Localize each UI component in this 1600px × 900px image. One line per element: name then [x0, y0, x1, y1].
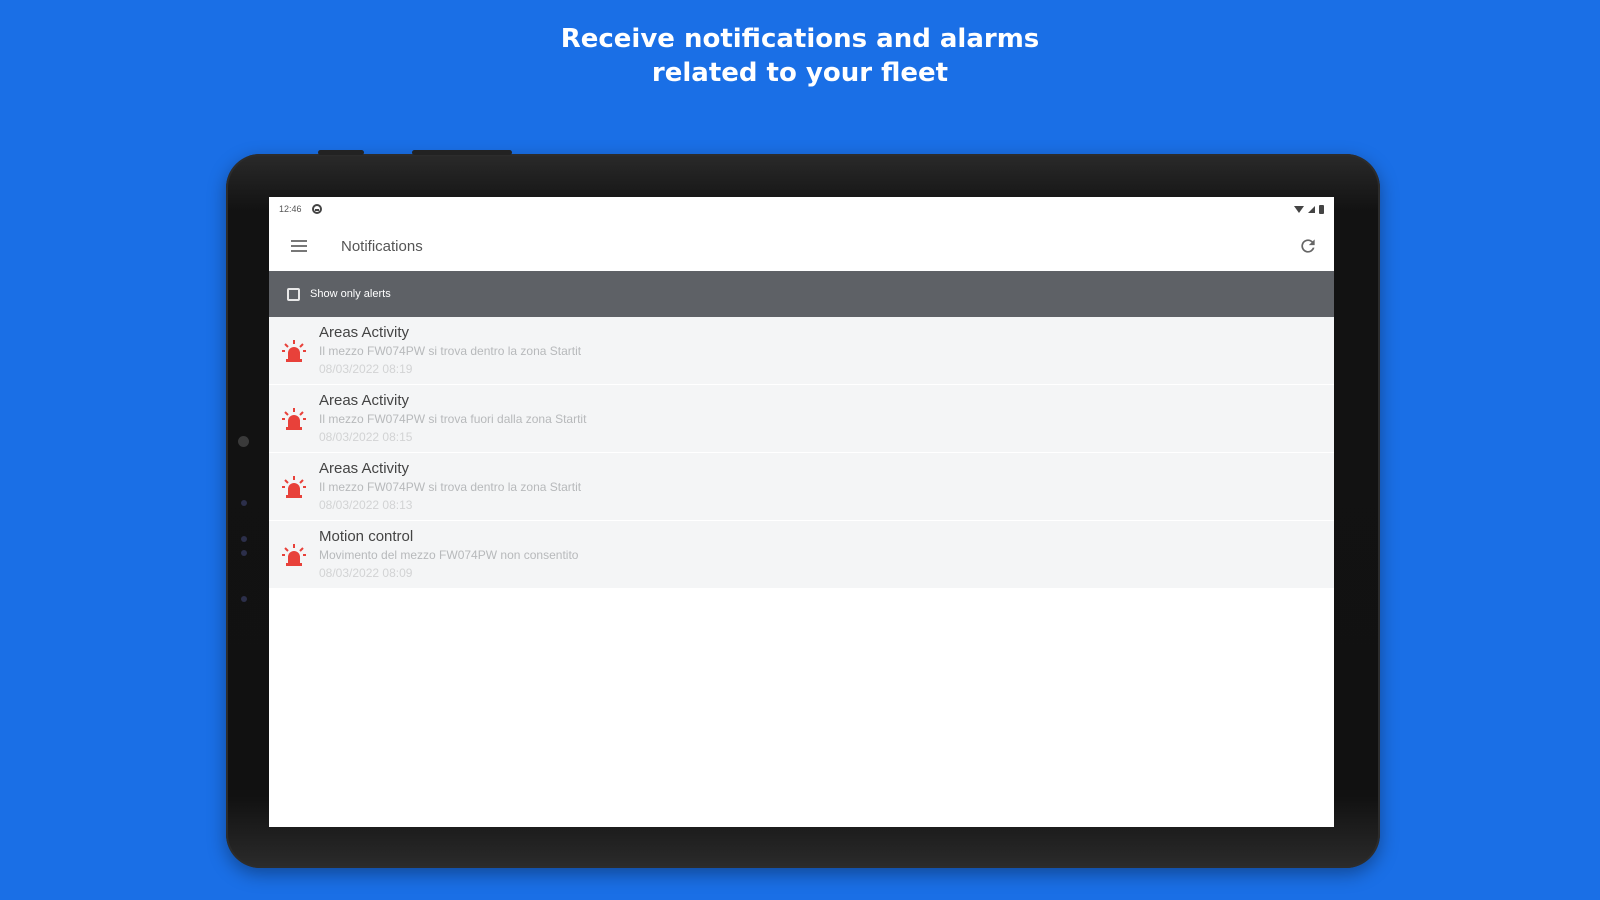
status-bar: 12:46 — [269, 197, 1334, 221]
headline-line-1: Receive notifications and alarms — [560, 24, 1040, 54]
hamburger-menu-icon[interactable] — [291, 240, 307, 252]
headline-line-2: related to your fleet — [651, 58, 949, 88]
notification-date: 08/03/2022 08:15 — [319, 429, 413, 444]
notification-date: 08/03/2022 08:09 — [319, 565, 413, 580]
sensor-dot — [241, 500, 247, 506]
notification-item[interactable]: Areas Activity Il mezzo FW074PW si trova… — [269, 317, 1334, 385]
show-only-alerts-checkbox[interactable] — [287, 287, 300, 301]
status-time: 12:46 — [279, 204, 302, 214]
notification-list: Areas Activity Il mezzo FW074PW si trova… — [269, 317, 1334, 589]
power-button — [318, 150, 364, 155]
alarm-siren-icon — [282, 543, 306, 566]
notification-title: Motion control — [319, 527, 414, 545]
notification-title: Areas Activity — [319, 323, 410, 341]
notification-title: Areas Activity — [319, 391, 410, 409]
notification-text: Areas Activity Il mezzo FW074PW si trova… — [319, 324, 581, 378]
app-bar: Notifications — [269, 221, 1334, 271]
notification-body: Il mezzo FW074PW si trova fuori dalla zo… — [319, 411, 587, 426]
notification-title: Areas Activity — [319, 459, 410, 477]
notification-item[interactable]: Areas Activity Il mezzo FW074PW si trova… — [269, 453, 1334, 521]
sensor-dot — [241, 596, 247, 602]
notification-text: Areas Activity Il mezzo FW074PW si trova… — [319, 460, 581, 514]
wifi-icon — [1294, 205, 1304, 213]
alarm-siren-icon — [282, 339, 306, 362]
notification-item[interactable]: Motion control Movimento del mezzo FW074… — [269, 521, 1334, 589]
dnd-icon — [311, 204, 322, 214]
app-screen: 12:46 Notifications Show only alerts Are… — [269, 197, 1334, 827]
front-camera — [238, 436, 249, 447]
notification-item[interactable]: Areas Activity Il mezzo FW074PW si trova… — [269, 385, 1334, 453]
signal-icon — [1308, 205, 1315, 213]
volume-button — [412, 150, 512, 155]
alarm-siren-icon — [282, 407, 306, 430]
sensor-dot — [241, 550, 247, 556]
alarm-siren-icon — [282, 475, 306, 498]
notification-date: 08/03/2022 08:19 — [319, 361, 413, 376]
notification-text: Motion control Movimento del mezzo FW074… — [319, 528, 578, 582]
notification-text: Areas Activity Il mezzo FW074PW si trova… — [319, 392, 586, 446]
sensor-dot — [241, 536, 247, 542]
show-only-alerts-label[interactable]: Show only alerts — [310, 288, 391, 300]
tablet-frame: 12:46 Notifications Show only alerts Are… — [226, 150, 1380, 868]
filter-bar: Show only alerts — [269, 271, 1334, 317]
battery-icon — [1319, 204, 1324, 214]
promo-stage: Receive notifications and alarms related… — [0, 0, 1600, 900]
notification-body: Il mezzo FW074PW si trova dentro la zona… — [319, 479, 582, 494]
notification-body: Il mezzo FW074PW si trova dentro la zona… — [319, 343, 582, 358]
notification-body: Movimento del mezzo FW074PW non consenti… — [319, 547, 579, 562]
refresh-icon[interactable] — [1298, 236, 1318, 256]
page-title: Notifications — [341, 237, 423, 255]
promo-headline: Receive notifications and alarms related… — [0, 22, 1600, 90]
notification-date: 08/03/2022 08:13 — [319, 497, 413, 512]
